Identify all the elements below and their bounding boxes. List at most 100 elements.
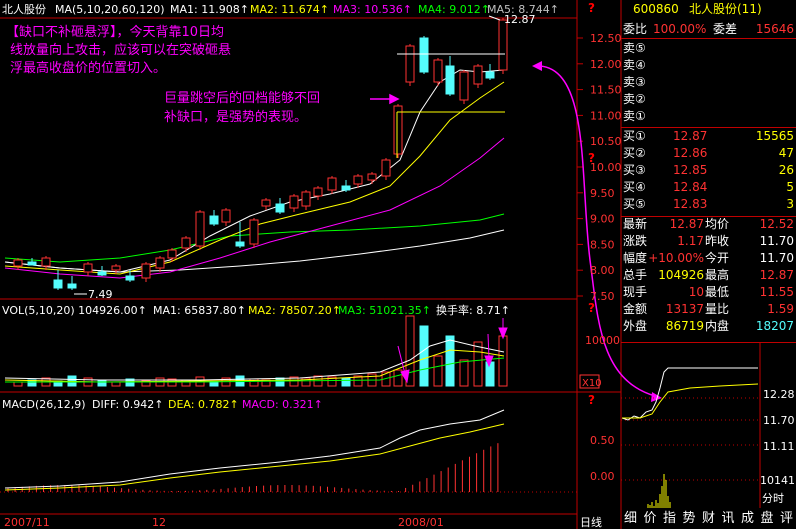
candle-body (13, 259, 23, 267)
volume-bar (498, 335, 508, 387)
svg-text:?: ? (588, 151, 595, 165)
svg-text:12.00: 12.00 (590, 58, 622, 71)
candlesticks (13, 18, 508, 290)
candle-body (419, 37, 429, 73)
candle-body (235, 241, 245, 247)
candle-body (353, 175, 363, 185)
annotation-1: 【缺口不补砸悬浮】，今天背靠10日均 线放量向上攻击，应该可以在突破砸悬 浮最高… (6, 24, 231, 76)
sell-row-2: 卖② (623, 92, 646, 106)
svg-text:8.50: 8.50 (590, 238, 615, 251)
candle-body (485, 71, 495, 79)
volume-bar (97, 379, 107, 387)
candle-body (125, 275, 135, 281)
svg-text:8.00: 8.00 (590, 264, 615, 277)
buy-row-2: 买② 12.86 47 (623, 146, 794, 160)
volume-bar (445, 335, 455, 387)
macd-header: MACD(26,12,9) DIFF: 0.942↑ DEA: 0.782↑ M… (2, 398, 323, 411)
svg-text:补缺口，是强势的表现。: 补缺口，是强势的表现。 (164, 109, 307, 125)
tab-1[interactable]: 价 (644, 508, 657, 529)
svg-text:10141: 10141 (760, 474, 795, 487)
svg-text:9.00: 9.00 (590, 213, 615, 226)
svg-text:日线: 日线 (580, 515, 602, 529)
candle-body (341, 185, 351, 191)
sell-row-4: 卖④ (623, 58, 646, 72)
ma1-value: MA1: 11.908↑ (170, 3, 249, 16)
svg-text:MA3: 51021.35↑: MA3: 51021.35↑ (338, 304, 431, 317)
volume-bar (419, 325, 429, 387)
candle-body (459, 71, 469, 101)
candle-body (473, 65, 483, 85)
tab-7[interactable]: 盘 (761, 508, 774, 529)
candle-body (301, 191, 311, 207)
svg-text:2007/11: 2007/11 (4, 516, 50, 529)
stock-name: 北人股份 (2, 3, 46, 16)
volume-bar (485, 361, 495, 387)
ma3-value: MA3: 10.536↑ (333, 3, 412, 16)
svg-text:12: 12 (152, 516, 166, 529)
svg-text:DIFF: 0.942↑: DIFF: 0.942↑ (92, 398, 163, 411)
svg-text:MACD: 0.321↑: MACD: 0.321↑ (242, 398, 323, 411)
tab-5[interactable]: 讯 (722, 508, 735, 529)
ma-header: 北人股份 MA(5,10,20,60,120) MA1: 11.908↑ MA2… (2, 3, 559, 16)
buy-row-5: 买⑤ 12.83 3 (623, 197, 794, 211)
candle-body (433, 59, 443, 83)
annotation-2: 巨量跳空后的回档能够不回 补缺口，是强势的表现。 (164, 90, 320, 125)
candle-body (181, 237, 191, 249)
stat-row-1: 涨跌 1.17 昨收 11.70 (623, 234, 794, 248)
volume-bar (473, 341, 483, 387)
svg-text:浮最高收盘价的位置切入。: 浮最高收盘价的位置切入。 (10, 60, 166, 76)
volume-bars (13, 315, 508, 387)
svg-text:DEA: 0.782↑: DEA: 0.782↑ (168, 398, 239, 411)
high-label: 12.87 (504, 13, 536, 26)
candle-body (209, 215, 219, 225)
candle-body (393, 105, 403, 155)
ma2-value: MA2: 11.674↑ (250, 3, 329, 16)
tab-0[interactable]: 细 (624, 508, 637, 529)
candle-body (27, 261, 37, 266)
svg-text:【缺口不补砸悬浮】，今天背靠10日均: 【缺口不补砸悬浮】，今天背靠10日均 (6, 24, 224, 40)
tab-3[interactable]: 势 (683, 508, 696, 529)
volume-bar (459, 359, 469, 387)
svg-text:9.50: 9.50 (590, 187, 615, 200)
candle-body (327, 177, 337, 191)
svg-text:11.70: 11.70 (763, 414, 795, 427)
svg-text:MA1: 65837.80↑: MA1: 65837.80↑ (153, 304, 246, 317)
stat-row-3: 总手 104926 最高 12.87 (623, 268, 794, 282)
stat-row-0: 最新 12.87 均价 12.52 (623, 217, 794, 231)
svg-text:0.50: 0.50 (590, 434, 615, 447)
candle-body (405, 45, 415, 83)
tab-6[interactable]: 成 (741, 508, 754, 529)
sell-row-3: 卖③ (623, 75, 646, 89)
intraday-chart: 12.28 11.70 11.11 10141 分时 (621, 343, 795, 508)
svg-text:MACD(26,12,9): MACD(26,12,9) (2, 398, 86, 411)
frame (0, 0, 622, 529)
ma4-value: MA4: 9.012↑ (418, 3, 490, 16)
quote-panel: 600860 北人股份(11) 委比 100.00% 委差 15646 卖⑤ 卖④… (621, 0, 796, 343)
svg-text:分时: 分时 (762, 492, 784, 505)
candle-body (111, 265, 121, 271)
tab-4[interactable]: 财 (702, 508, 715, 529)
buy-row-4: 买④ 12.84 5 (623, 180, 794, 194)
volume-bar (13, 381, 23, 387)
candle-body (445, 65, 455, 95)
date-axis: 2007/11 12 2008/01 日线 (4, 515, 602, 529)
svg-text:11.11: 11.11 (763, 440, 795, 453)
candle-body (83, 263, 93, 273)
tab-2[interactable]: 指 (663, 508, 676, 529)
candle-body (249, 219, 259, 245)
volume-bar (275, 377, 285, 387)
candle-body (97, 271, 107, 276)
svg-text:2008/01: 2008/01 (398, 516, 444, 529)
tab-8[interactable]: 评 (780, 508, 793, 529)
svg-text:MA2: 78507.20↑: MA2: 78507.20↑ (248, 304, 341, 317)
sell-row-1: 卖① (623, 109, 646, 123)
svg-text:10.50: 10.50 (590, 135, 622, 148)
stat-row-2: 幅度 +10.00% 今开 11.70 (623, 251, 794, 265)
svg-text:VOL(5,10,20) 104926.00↑: VOL(5,10,20) 104926.00↑ (2, 304, 147, 317)
stat-row-5: 金额 13137 量比 1.59 (623, 302, 794, 316)
svg-text:换手率: 8.71↑: 换手率: 8.71↑ (436, 303, 510, 317)
candle-body (221, 209, 231, 223)
candle-body (41, 257, 51, 267)
low-label: 7.49 (88, 288, 113, 301)
svg-text:12.28: 12.28 (763, 388, 795, 401)
